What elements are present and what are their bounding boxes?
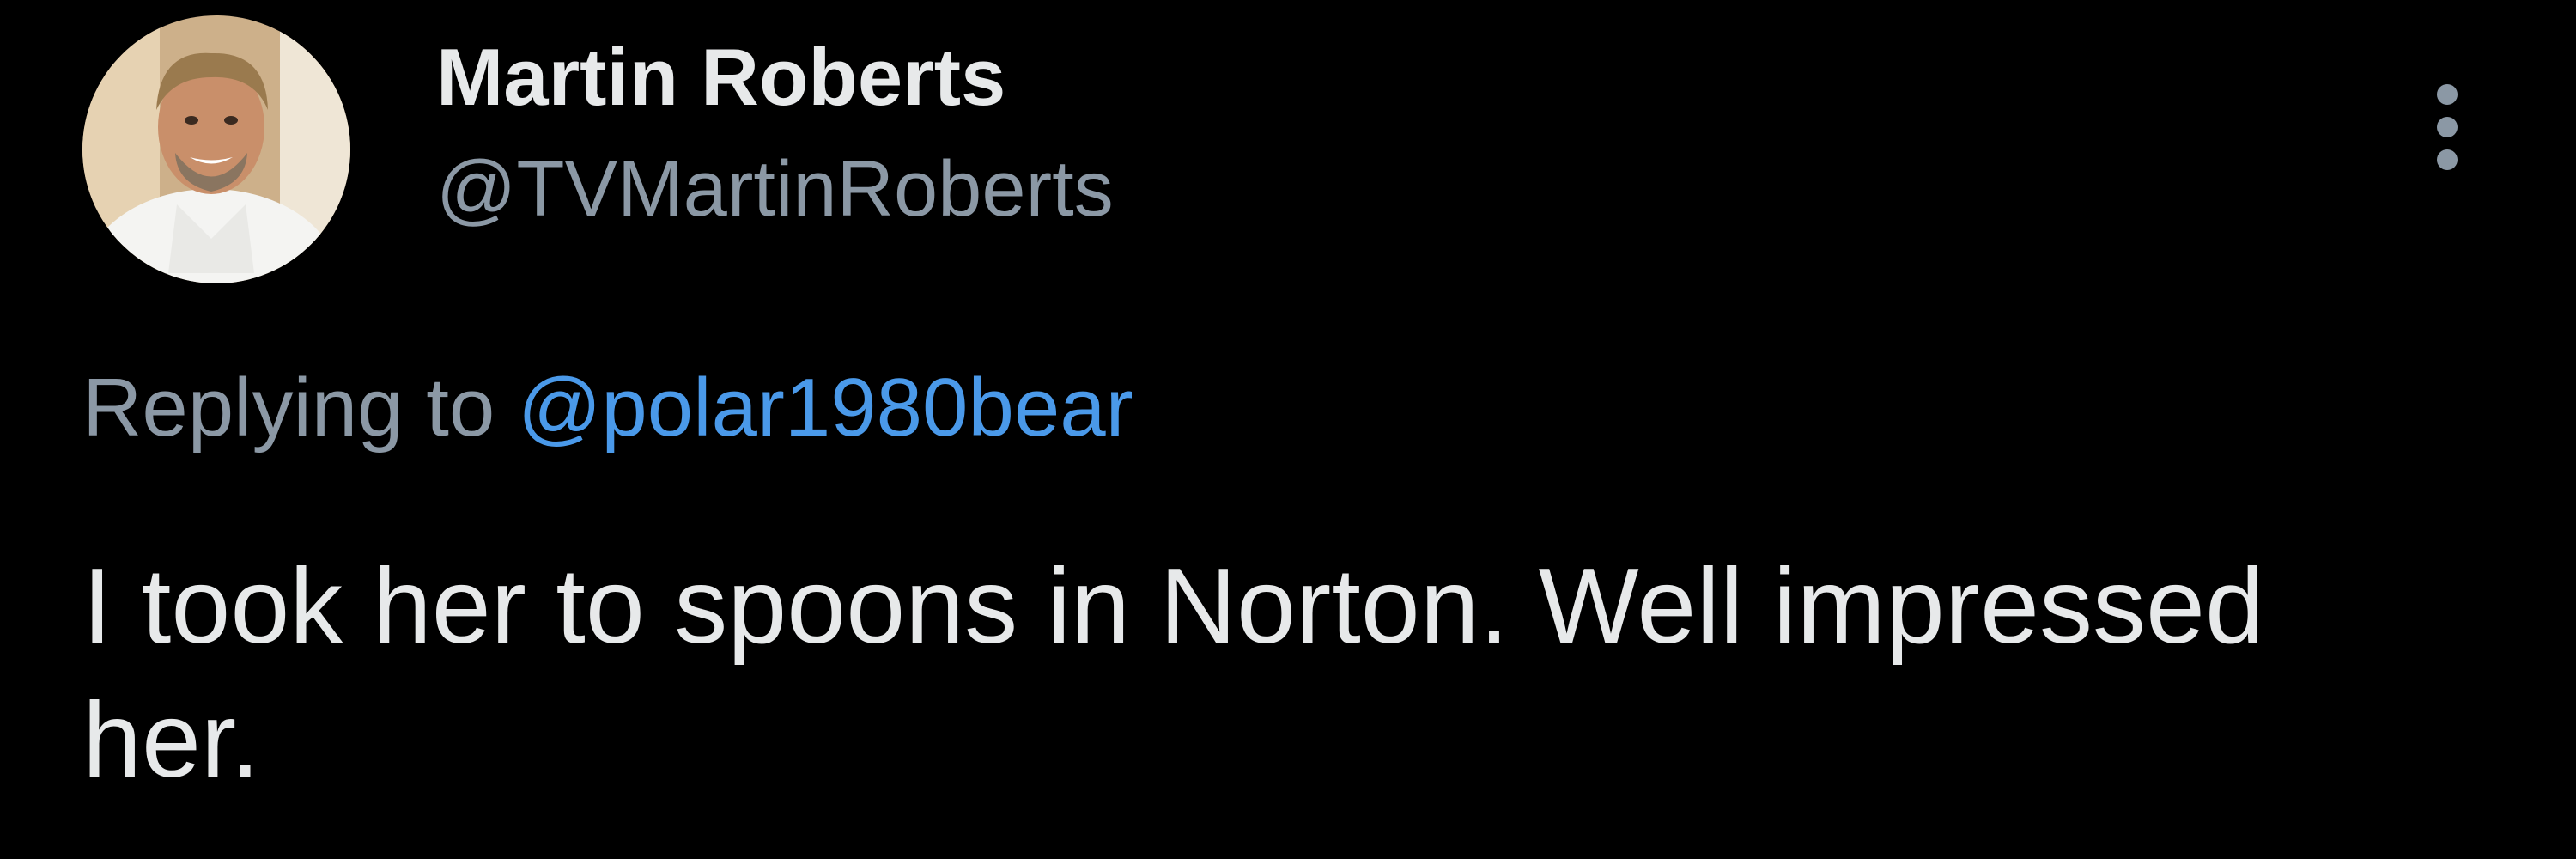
replying-to-label: Replying to — [82, 362, 495, 454]
tweet-text: I took her to spoons in Norton. Well imp… — [82, 547, 2264, 801]
more-options-button[interactable] — [2413, 67, 2482, 187]
author-display-name[interactable]: Martin Roberts — [436, 33, 1005, 122]
more-vertical-icon-dot — [2437, 149, 2458, 170]
more-vertical-icon — [2437, 84, 2458, 105]
author-handle[interactable]: @TVMartinRoberts — [436, 145, 1114, 233]
avatar-photo — [82, 15, 350, 283]
avatar[interactable] — [82, 15, 350, 283]
more-vertical-icon-dot — [2437, 117, 2458, 137]
reply-mention-link[interactable]: @polar1980bear — [518, 362, 1133, 454]
replying-to-line: Replying to @polar1980bear — [82, 361, 1133, 455]
tweet: Martin Roberts @TVMartinRoberts Replying… — [0, 0, 2576, 859]
